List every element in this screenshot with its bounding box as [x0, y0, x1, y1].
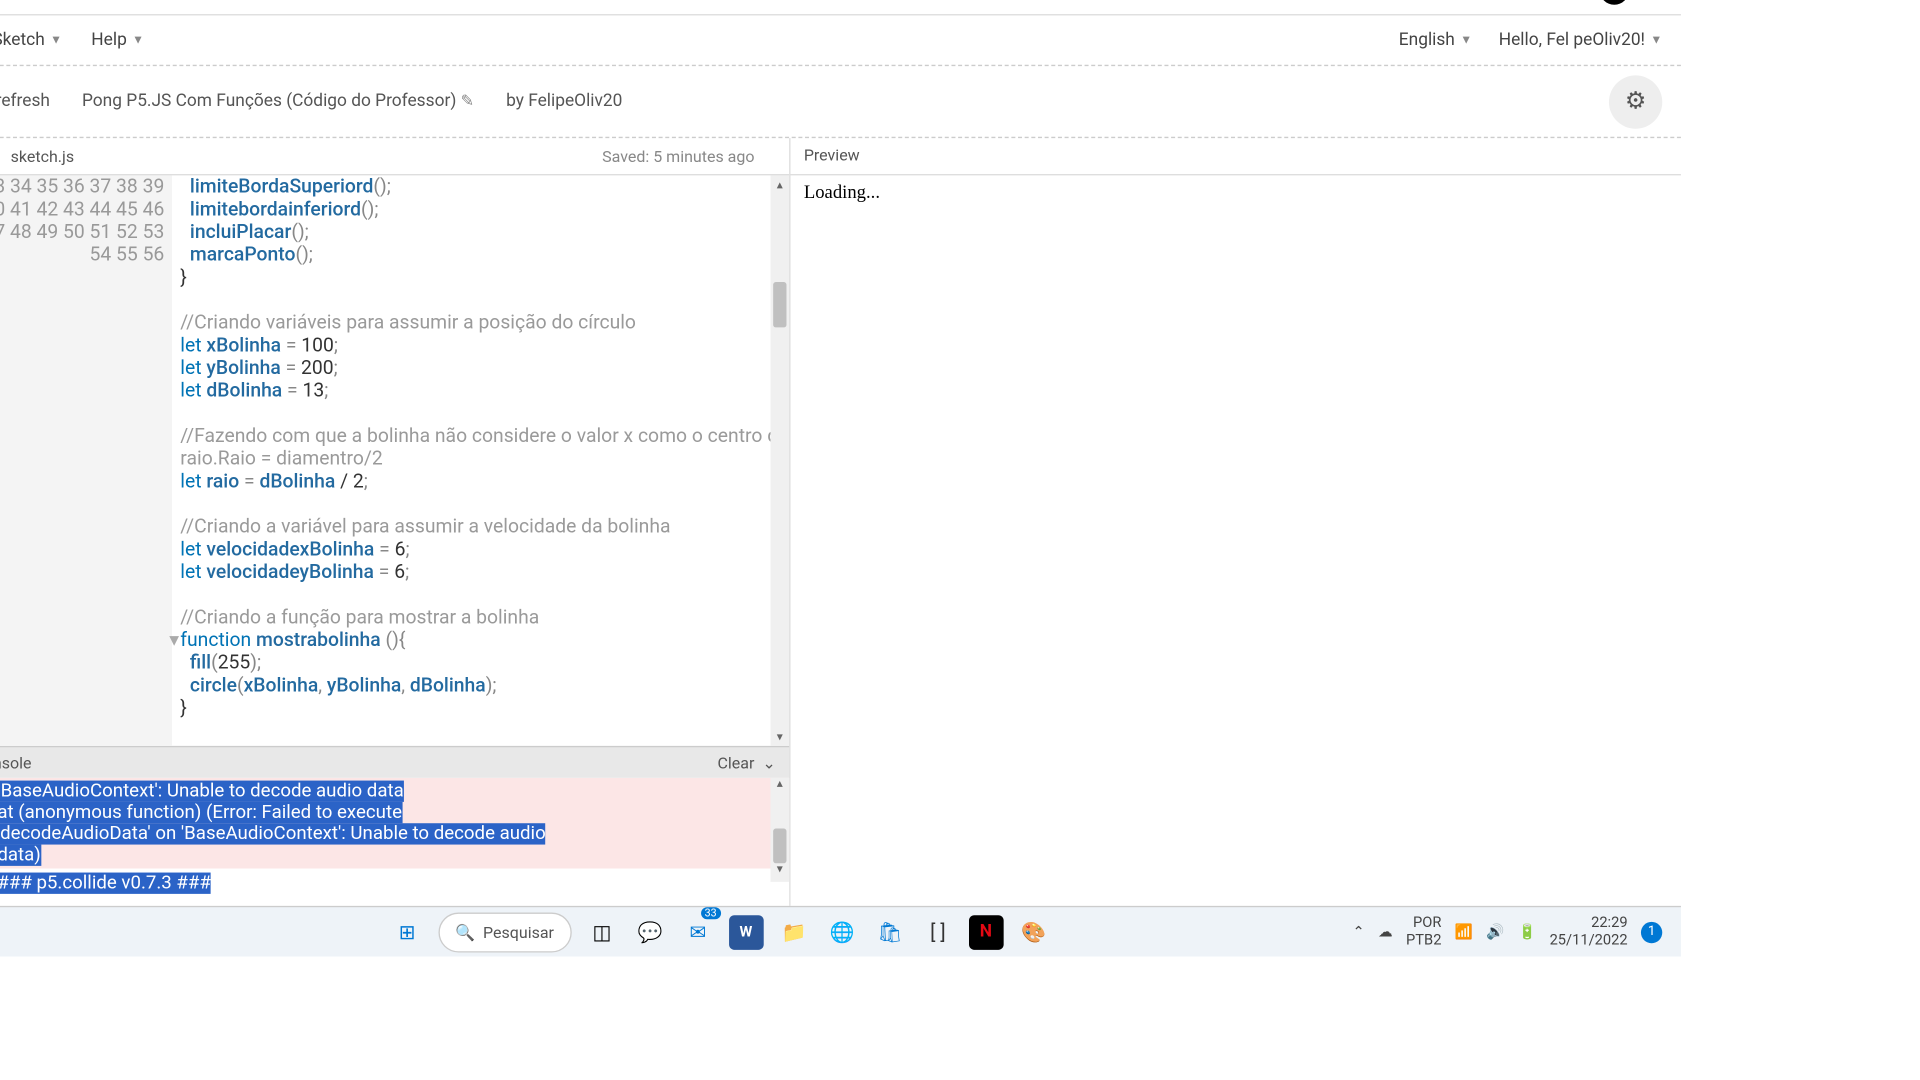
store-app-icon[interactable]: 🛍 [873, 915, 908, 950]
word-app-icon[interactable]: W [729, 915, 764, 950]
auto-refresh-toggle[interactable]: Auto-refresh [0, 91, 50, 111]
scroll-up-icon[interactable]: ▴ [770, 175, 789, 194]
translate-icon[interactable]: ⠿ [1421, 0, 1436, 1]
taskbar-search[interactable]: 🔍Pesquisar [438, 912, 572, 952]
chrome-app-icon[interactable]: 🌐 [825, 915, 860, 950]
pencil-icon: ✎ [461, 91, 474, 110]
menu-sketch[interactable]: Sketch▼ [0, 30, 62, 50]
clock[interactable]: 22:2925/11/2022 [1550, 916, 1628, 948]
console-clear-button[interactable]: Clear⌄ [718, 753, 776, 772]
volume-icon[interactable]: 🔊 [1486, 923, 1504, 940]
teams-app-icon[interactable]: 💬 [633, 915, 668, 950]
explorer-app-icon[interactable]: 📁 [777, 915, 812, 950]
task-view-button[interactable]: ◫ [585, 915, 620, 950]
scroll-up-icon[interactable]: ▴ [770, 778, 789, 797]
editor-scrollbar[interactable]: ▴ ▾ [770, 175, 789, 746]
console-prompt[interactable]: › [0, 898, 789, 906]
paint-app-icon[interactable]: 🎨 [1017, 915, 1052, 950]
sketch-name[interactable]: Pong P5.JS Com Funções (Código do Profes… [82, 91, 474, 111]
url-field[interactable]: 🔒 editor.p5js.org/FelipeOliv20/sketches/… [0, 0, 1369, 9]
scroll-thumb[interactable] [773, 282, 786, 327]
chevron-down-icon: ⌄ [762, 753, 775, 772]
language-selector[interactable]: English▼ [1399, 30, 1472, 50]
p5-navbar: p5* File▼Edit▼Sketch▼Help▼ English▼ Hell… [0, 15, 1681, 66]
scroll-thumb[interactable] [773, 829, 786, 864]
save-status: Saved: 5 minutes ago [602, 147, 789, 166]
brackets-app-icon[interactable]: [ ] [921, 915, 956, 950]
star-icon[interactable]: ☆ [1490, 0, 1508, 1]
wifi-icon[interactable]: 📶 [1455, 923, 1473, 940]
settings-button[interactable]: ⚙ [1609, 75, 1662, 128]
key-icon[interactable]: ⊶ [1383, 0, 1403, 1]
taskbar: 16°CLimpo ⊞ 🔍Pesquisar ◫ 💬 ✉33 W 📁 🌐 🛍 [… [0, 906, 1681, 957]
menu-help[interactable]: Help▼ [91, 30, 144, 50]
toolbar: Auto-refresh Pong P5.JS Com Funções (Cód… [0, 66, 1681, 138]
netflix-app-icon[interactable]: N [969, 915, 1004, 950]
editor-filename: sketch.js [0, 147, 74, 166]
sidepanel-icon[interactable]: ◧ [1562, 0, 1581, 1]
user-menu[interactable]: Hello, Fel peOliv20!▼ [1499, 30, 1663, 50]
battery-icon[interactable]: 🔋 [1518, 923, 1536, 940]
console-body[interactable]: 'BaseAudioContext': Unable to decode aud… [0, 778, 789, 906]
extensions-icon[interactable]: ✦ [1527, 0, 1544, 1]
keyboard-layout[interactable]: PORPTB2 [1406, 916, 1441, 948]
kebab-menu-icon[interactable]: ⋮ [1648, 0, 1668, 1]
address-bar: ← → ⟳ 🔒 editor.p5js.org/FelipeOliv20/ske… [0, 0, 1681, 15]
console-scrollbar[interactable]: ▴ ▾ [770, 778, 789, 882]
onedrive-icon[interactable]: ☁ [1378, 923, 1393, 940]
preview-title: Preview [790, 138, 1680, 175]
share-icon[interactable]: ⇪ [1455, 0, 1472, 1]
tray-chevron-icon[interactable]: ⌃ [1352, 923, 1364, 940]
search-icon: 🔍 [455, 923, 475, 942]
scroll-down-icon[interactable]: ▾ [770, 863, 789, 882]
sketch-author: by FelipeOliv20 [506, 91, 622, 111]
code-editor[interactable]: 33 34 35 36 37 38 39 40 41 42 43 44 45 4… [0, 175, 789, 746]
console-header: Console Clear⌄ [0, 746, 789, 778]
start-button[interactable]: ⊞ [390, 915, 425, 950]
editor-column: ‹ sketch.js Saved: 5 minutes ago 33 34 3… [0, 138, 790, 906]
scroll-down-icon[interactable]: ▾ [770, 727, 789, 746]
mail-app-icon[interactable]: ✉33 [681, 915, 716, 950]
preview-column: Preview Loading... [790, 138, 1680, 906]
gear-icon: ⚙ [1625, 87, 1647, 115]
notifications-badge[interactable]: 1 [1641, 921, 1662, 942]
preview-body: Loading... [790, 175, 1680, 212]
avatar[interactable] [1600, 0, 1629, 4]
